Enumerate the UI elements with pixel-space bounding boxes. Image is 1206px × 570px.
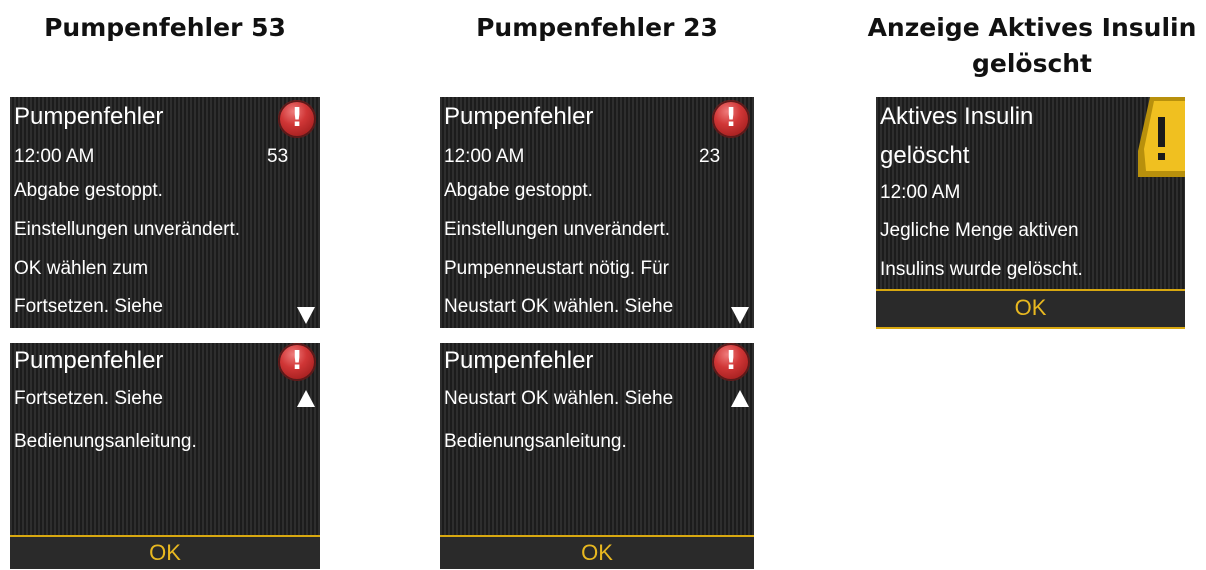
alert-error-icon: ! xyxy=(712,100,750,138)
error-code: 23 xyxy=(699,146,721,167)
message-line-2: Bedienungsanleitung. xyxy=(14,431,197,452)
message-line-1: Fortsetzen. Siehe xyxy=(14,388,163,409)
pump-error-53-screen-page-1: Pumpenfehler ! 12:00 AM 53 Abgabe gestop… xyxy=(10,97,320,328)
warning-triangle-icon xyxy=(1138,97,1185,177)
alert-error-icon: ! xyxy=(712,343,750,381)
alert-time: 12:00 AM xyxy=(14,146,95,167)
screen-title: Pumpenfehler xyxy=(444,347,594,374)
alert-error-icon: ! xyxy=(278,343,316,381)
screen-title: Pumpenfehler xyxy=(444,103,594,130)
message-line-2: Bedienungsanleitung. xyxy=(444,431,627,452)
error-code: 53 xyxy=(267,146,289,167)
pump-error-53-screen-page-2: Pumpenfehler ! Fortsetzen. Siehe Bedienu… xyxy=(10,343,320,569)
message-line-1: Neustart OK wählen. Siehe xyxy=(444,388,674,409)
heading-pump-error-23: Pumpenfehler 23 xyxy=(476,13,718,42)
heading-pump-error-53: Pumpenfehler 53 xyxy=(44,13,286,42)
scroll-up-arrow-icon[interactable] xyxy=(297,390,315,407)
pump-error-23-screen-page-1: Pumpenfehler ! 12:00 AM 23 Abgabe gestop… xyxy=(440,97,754,328)
message-line-4: Fortsetzen. Siehe xyxy=(14,296,163,317)
scroll-down-arrow-icon[interactable] xyxy=(731,307,749,324)
alert-time: 12:00 AM xyxy=(444,146,525,167)
screen-title-line-1: Aktives Insulin xyxy=(880,103,1034,130)
scroll-up-arrow-icon[interactable] xyxy=(731,390,749,407)
scroll-down-arrow-icon[interactable] xyxy=(297,307,315,324)
message-line-2: Insulins wurde gelöscht. xyxy=(880,259,1083,280)
message-line-3: Pumpenneustart nötig. Für xyxy=(444,258,669,279)
heading-line-1: Anzeige Aktives Insulin xyxy=(867,13,1197,42)
message-line-3: OK wählen zum xyxy=(14,258,149,279)
message-line-1: Abgabe gestoppt. xyxy=(14,180,163,201)
screen-title: Pumpenfehler xyxy=(14,103,164,130)
message-line-1: Jegliche Menge aktiven xyxy=(880,220,1079,241)
message-line-2: Einstellungen unverändert. xyxy=(444,219,671,240)
screen-title-line-2: gelöscht xyxy=(880,142,970,169)
ok-button[interactable]: OK xyxy=(440,535,754,569)
ok-button[interactable]: OK xyxy=(10,535,320,569)
message-line-2: Einstellungen unverändert. xyxy=(14,219,241,240)
alert-time: 12:00 AM xyxy=(880,182,961,203)
pump-error-23-screen-page-2: Pumpenfehler ! Neustart OK wählen. Siehe… xyxy=(440,343,754,569)
heading-line-2: gelöscht xyxy=(971,49,1093,78)
screen-title: Pumpenfehler xyxy=(14,347,164,374)
message-line-4: Neustart OK wählen. Siehe xyxy=(444,296,674,317)
ok-button[interactable]: OK xyxy=(876,289,1185,329)
heading-active-insulin-cleared: Anzeige Aktives Insulin gelöscht xyxy=(858,10,1206,82)
message-line-1: Abgabe gestoppt. xyxy=(444,180,593,201)
alert-error-icon: ! xyxy=(278,100,316,138)
active-insulin-cleared-screen: Aktives Insulin gelöscht 12:00 AM Jeglic… xyxy=(876,97,1185,329)
